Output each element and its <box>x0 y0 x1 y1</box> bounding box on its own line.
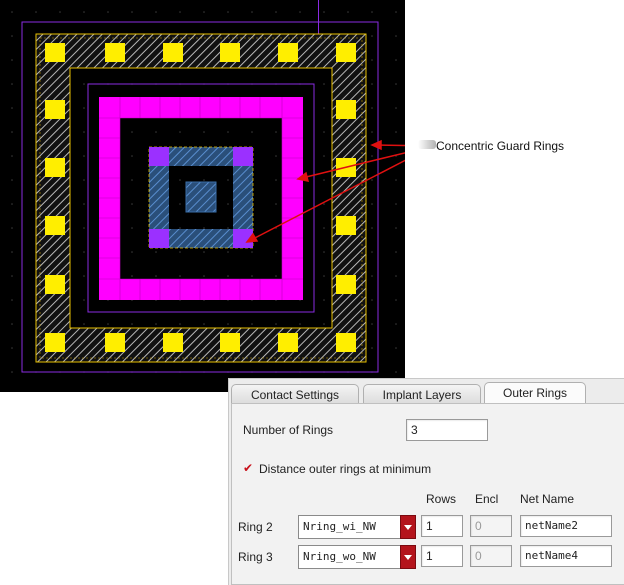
tab-outer-rings[interactable]: Outer Rings <box>484 382 586 404</box>
number-of-rings-input[interactable]: 3 <box>406 419 488 441</box>
column-header-encl: Encl <box>475 492 499 506</box>
chevron-down-icon[interactable] <box>400 515 416 539</box>
column-header-net-name: Net Name <box>520 492 575 506</box>
ring-3-type-select[interactable]: Nring_wo_NW <box>298 545 416 569</box>
layout-view[interactable] <box>0 0 434 392</box>
center-device <box>185 181 217 213</box>
ring-3-label: Ring 3 <box>238 550 273 564</box>
ring-3-encl-input[interactable]: 0 <box>470 545 512 567</box>
tab-implant-layers[interactable]: Implant Layers <box>363 384 481 404</box>
number-of-rings-label: Number of Rings <box>243 423 334 437</box>
ring-2-type-select[interactable]: Nring_wi_NW <box>298 515 416 539</box>
ring-2-net-name-input[interactable]: netName2 <box>520 515 612 537</box>
distance-checkbox-label: Distance outer rings at minimum <box>259 462 432 476</box>
ring-2-type-value: Nring_wi_NW <box>303 520 376 533</box>
ring-3-type-value: Nring_wo_NW <box>303 550 376 563</box>
ring-2-label: Ring 2 <box>238 520 273 534</box>
ring-2-encl-input[interactable]: 0 <box>470 515 512 537</box>
chevron-down-icon[interactable] <box>400 545 416 569</box>
ring-3-rows-input[interactable]: 1 <box>421 545 463 567</box>
tab-contact-settings[interactable]: Contact Settings <box>231 384 359 404</box>
annotation-shadow <box>418 140 436 149</box>
ring-2-rows-input[interactable]: 1 <box>421 515 463 537</box>
guard-ring-layout <box>0 0 434 392</box>
distance-checkbox[interactable]: ✔ <box>243 461 253 475</box>
ring-3-net-name-input[interactable]: netName4 <box>520 545 612 567</box>
column-header-rows: Rows <box>426 492 457 506</box>
annotation-label: Concentric Guard Rings <box>436 139 565 153</box>
